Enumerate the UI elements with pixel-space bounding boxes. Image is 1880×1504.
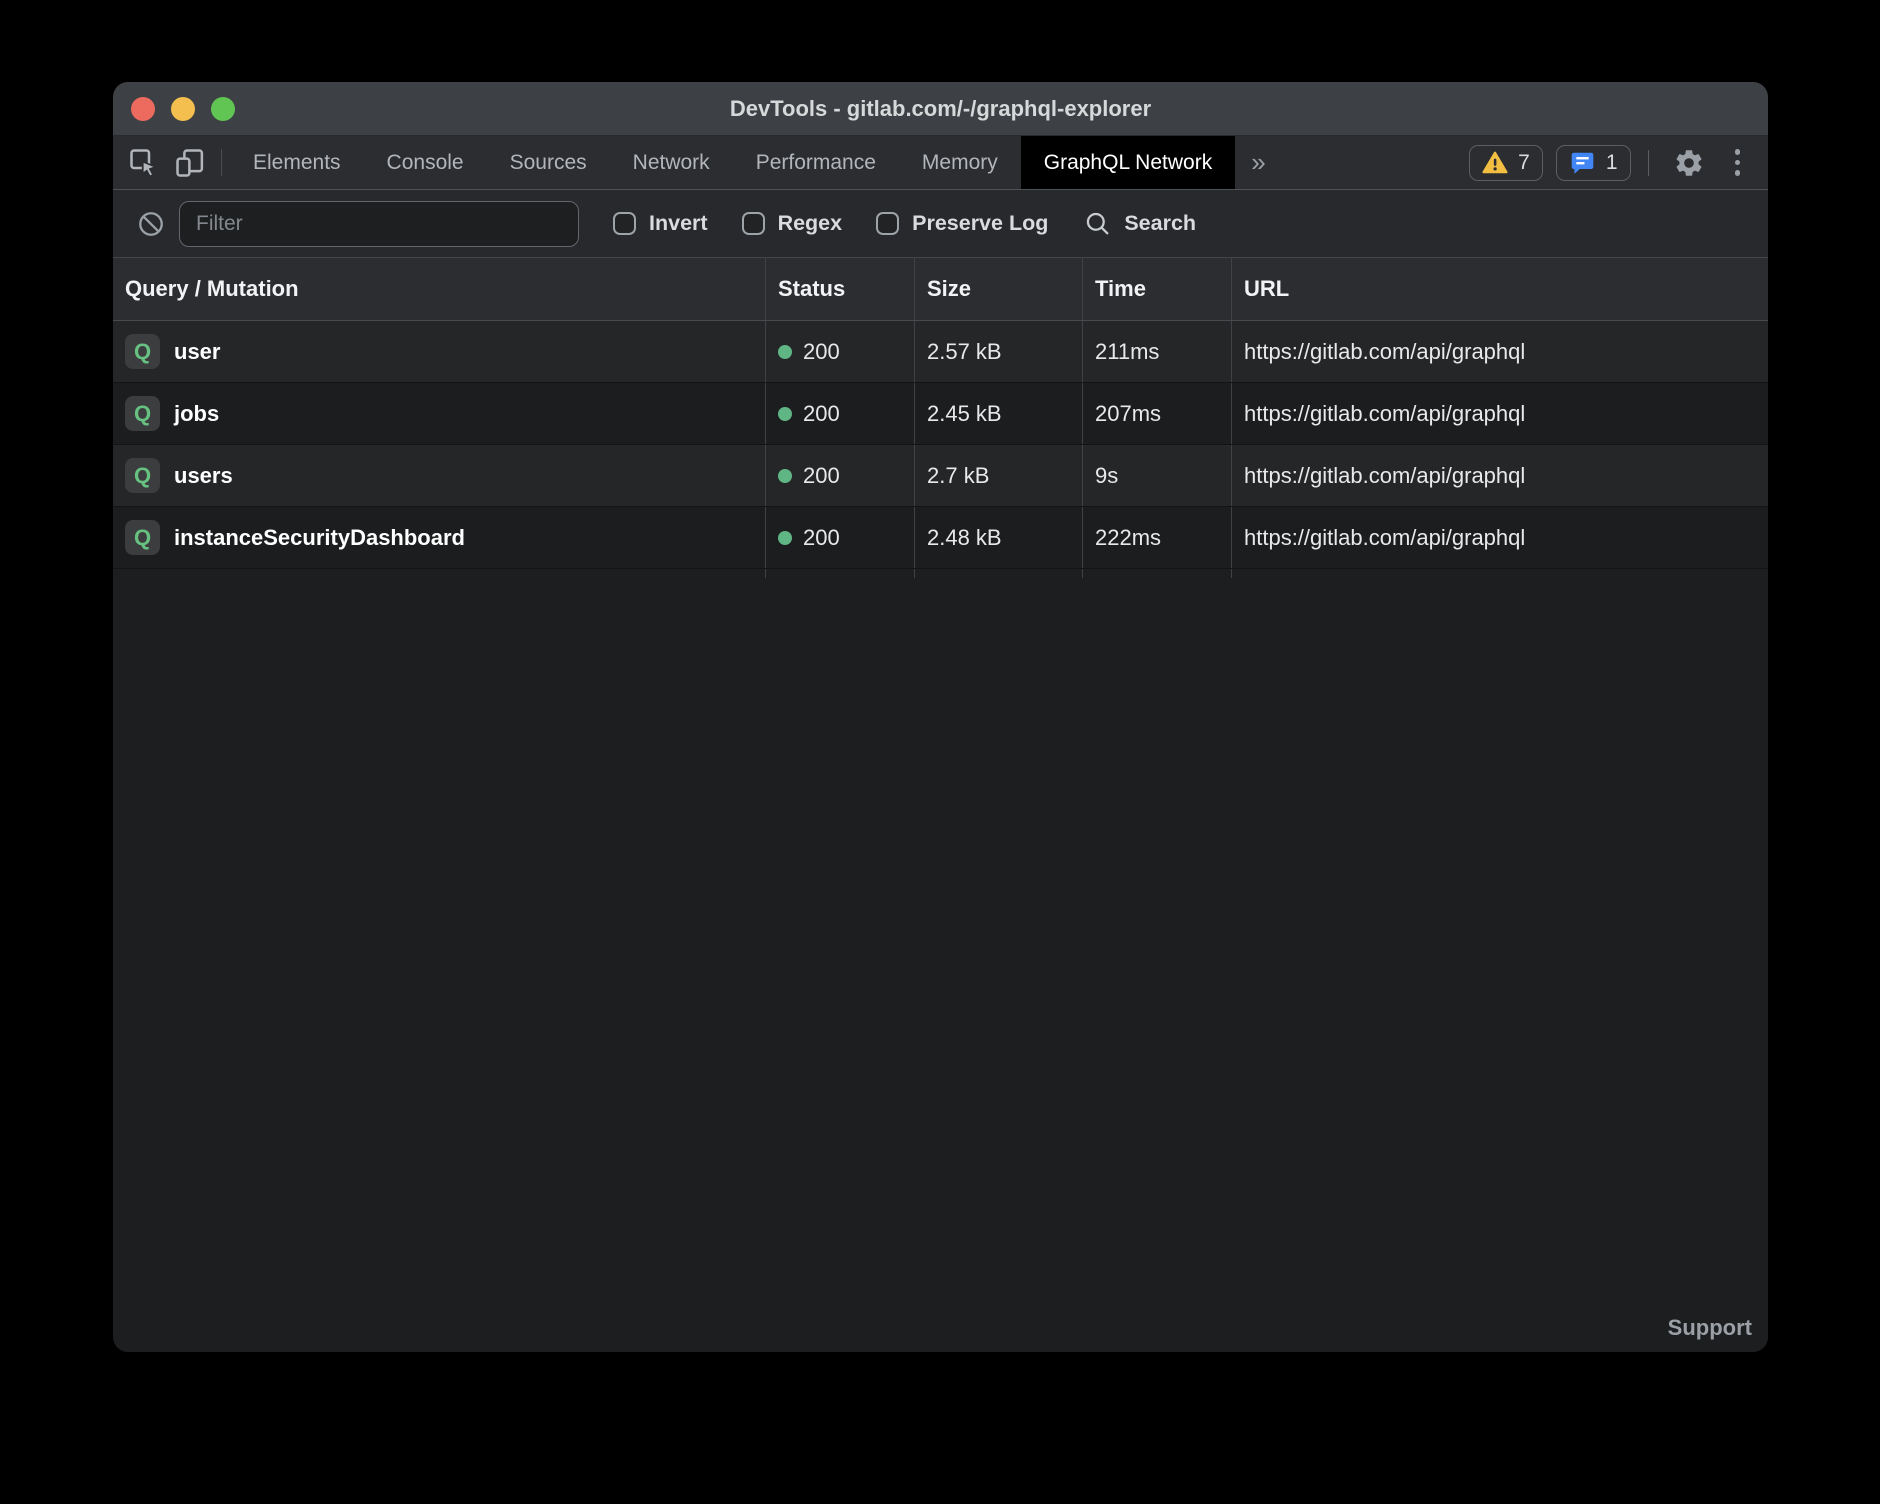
filter-input[interactable] [179,201,579,247]
search-label: Search [1124,211,1196,236]
invert-checkbox[interactable] [613,212,636,235]
query-name: jobs [174,401,219,427]
column-line-stubs [113,569,1768,578]
query-type-badge: Q [125,458,160,493]
url-cell: https://gitlab.com/api/graphql [1231,507,1768,568]
status-ok-dot [778,345,792,359]
query-cell: Q instanceSecurityDashboard [113,507,765,568]
status-ok-dot [778,469,792,483]
query-type-badge: Q [125,334,160,369]
table-header: Query / Mutation Status Size Time URL [113,258,1768,321]
tab-console[interactable]: Console [364,136,487,189]
panel-empty-area: Support [113,578,1768,1352]
tab-elements[interactable]: Elements [230,136,364,189]
regex-checkbox[interactable] [742,212,765,235]
clear-requests-button[interactable] [137,210,165,238]
settings-button[interactable] [1666,147,1712,179]
more-tabs-button[interactable]: » [1235,136,1281,189]
chat-bubble-icon [1569,150,1596,176]
devtools-tabbar: Elements Console Sources Network Perform… [113,136,1768,190]
chevron-double-right-icon: » [1251,147,1265,178]
tab-memory[interactable]: Memory [899,136,1021,189]
url-cell: https://gitlab.com/api/graphql [1231,383,1768,444]
url-cell: https://gitlab.com/api/graphql [1231,321,1768,382]
status-code: 200 [803,525,840,551]
status-code: 200 [803,463,840,489]
inspect-cursor-icon [129,148,159,178]
warning-triangle-icon [1482,151,1508,175]
time-cell: 222ms [1082,507,1231,568]
invert-label[interactable]: Invert [649,211,708,236]
tab-sources[interactable]: Sources [487,136,610,189]
size-cell: 2.57 kB [914,321,1082,382]
device-toolbar-icon [175,148,205,178]
kebab-menu-icon [1735,149,1741,155]
block-icon [137,210,165,238]
status-code: 200 [803,339,840,365]
size-cell: 2.7 kB [914,445,1082,506]
time-cell: 211ms [1082,321,1231,382]
minimize-button[interactable] [171,97,195,121]
url-cell: https://gitlab.com/api/graphql [1231,445,1768,506]
filter-toolbar: Invert Regex Preserve Log Search [113,190,1768,258]
search-control[interactable]: Search [1084,210,1196,237]
time-cell: 9s [1082,445,1231,506]
query-name: user [174,339,220,365]
size-cell: 2.48 kB [914,507,1082,568]
device-toolbar-button[interactable] [167,136,213,189]
issues-badge[interactable]: 1 [1556,145,1631,181]
query-type-badge: Q [125,520,160,555]
search-icon [1084,210,1111,237]
column-header-status[interactable]: Status [765,258,914,320]
issue-count: 1 [1606,151,1618,175]
titlebar[interactable]: DevTools - gitlab.com/-/graphql-explorer [113,82,1768,136]
tab-graphql-network[interactable]: GraphQL Network [1021,136,1235,189]
tabbar-right-controls: 7 1 [1469,136,1768,189]
status-cell: 200 [765,507,914,568]
query-cell: Q jobs [113,383,765,444]
query-name: instanceSecurityDashboard [174,525,465,551]
close-button[interactable] [131,97,155,121]
column-header-time[interactable]: Time [1082,258,1231,320]
window-title: DevTools - gitlab.com/-/graphql-explorer [113,96,1768,122]
query-cell: Q users [113,445,765,506]
status-ok-dot [778,407,792,421]
query-name: users [174,463,233,489]
traffic-lights [131,97,235,121]
status-code: 200 [803,401,840,427]
warning-count: 7 [1518,151,1530,175]
devtools-window: DevTools - gitlab.com/-/graphql-explorer… [113,82,1768,1352]
more-options-button[interactable] [1725,149,1751,176]
support-link[interactable]: Support [1668,1315,1752,1341]
status-cell: 200 [765,321,914,382]
table-row[interactable]: Q instanceSecurityDashboard 200 2.48 kB … [113,507,1768,569]
preserve-log-checkbox-group: Preserve Log [876,211,1048,236]
zoom-button[interactable] [211,97,235,121]
tab-performance[interactable]: Performance [733,136,899,189]
gear-icon [1673,147,1705,179]
invert-checkbox-group: Invert [613,211,708,236]
table-row[interactable]: Q users 200 2.7 kB 9s https://gitlab.com… [113,445,1768,507]
time-cell: 207ms [1082,383,1231,444]
preserve-log-checkbox[interactable] [876,212,899,235]
status-cell: 200 [765,383,914,444]
inspect-element-button[interactable] [121,136,167,189]
table-row[interactable]: Q jobs 200 2.45 kB 207ms https://gitlab.… [113,383,1768,445]
preserve-log-label[interactable]: Preserve Log [912,211,1048,236]
regex-checkbox-group: Regex [742,211,843,236]
column-header-query-mutation[interactable]: Query / Mutation [113,258,765,320]
regex-label[interactable]: Regex [778,211,843,236]
query-type-badge: Q [125,396,160,431]
query-cell: Q user [113,321,765,382]
column-header-size[interactable]: Size [914,258,1082,320]
table-row[interactable]: Q user 200 2.57 kB 211ms https://gitlab.… [113,321,1768,383]
tabbar-right-divider [1648,150,1649,176]
tab-network[interactable]: Network [610,136,733,189]
size-cell: 2.45 kB [914,383,1082,444]
status-ok-dot [778,531,792,545]
tabbar-separator [221,149,222,176]
status-cell: 200 [765,445,914,506]
warnings-badge[interactable]: 7 [1469,145,1543,181]
column-header-url[interactable]: URL [1231,258,1768,320]
